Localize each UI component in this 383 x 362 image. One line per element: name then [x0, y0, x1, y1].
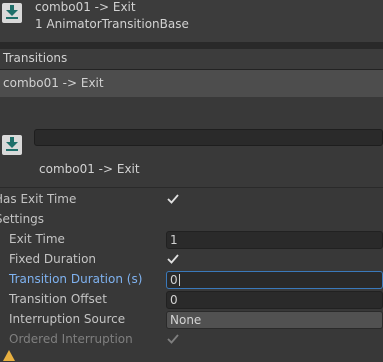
interruption-source-dropdown[interactable]: None [166, 311, 383, 329]
transitions-header-label: Transitions [3, 51, 68, 65]
header-title: combo01 -> Exit [35, 0, 136, 14]
has-exit-time-checkbox[interactable] [166, 192, 180, 206]
transition-offset-label: Transition Offset [9, 292, 107, 306]
transition-download-icon [2, 3, 22, 23]
settings-foldout[interactable]: Settings [0, 212, 44, 226]
ordered-interruption-label: Ordered Interruption [9, 332, 133, 346]
interruption-source-label: Interruption Source [9, 312, 126, 326]
transition-offset-field[interactable]: 0 [166, 291, 383, 309]
transition-download-icon [2, 135, 22, 155]
section-separator [0, 42, 383, 49]
transition-name-field[interactable] [34, 129, 383, 146]
has-exit-time-label: Has Exit Time [0, 192, 77, 206]
exit-time-label: Exit Time [9, 232, 65, 246]
transition-list-item[interactable]: combo01 -> Exit [0, 70, 383, 97]
transition-duration-field[interactable]: 0 [166, 271, 383, 289]
transition-duration-value: 0 [170, 273, 178, 287]
transitions-list-header: Transitions [0, 49, 383, 70]
transition-duration-label: Transition Duration (s) [9, 272, 143, 286]
warning-icon [3, 350, 15, 361]
fixed-duration-checkbox[interactable] [166, 252, 180, 266]
transition-item-label: combo01 -> Exit [3, 76, 104, 90]
divider [0, 187, 383, 188]
exit-time-field[interactable]: 1 [166, 231, 383, 249]
header-subtitle: 1 AnimatorTransitionBase [35, 17, 189, 31]
ordered-interruption-checkbox [167, 334, 179, 344]
text-caret [178, 274, 180, 286]
settings-label: Settings [0, 212, 45, 226]
fixed-duration-label: Fixed Duration [9, 252, 97, 266]
transition-detail-title: combo01 -> Exit [39, 162, 140, 176]
